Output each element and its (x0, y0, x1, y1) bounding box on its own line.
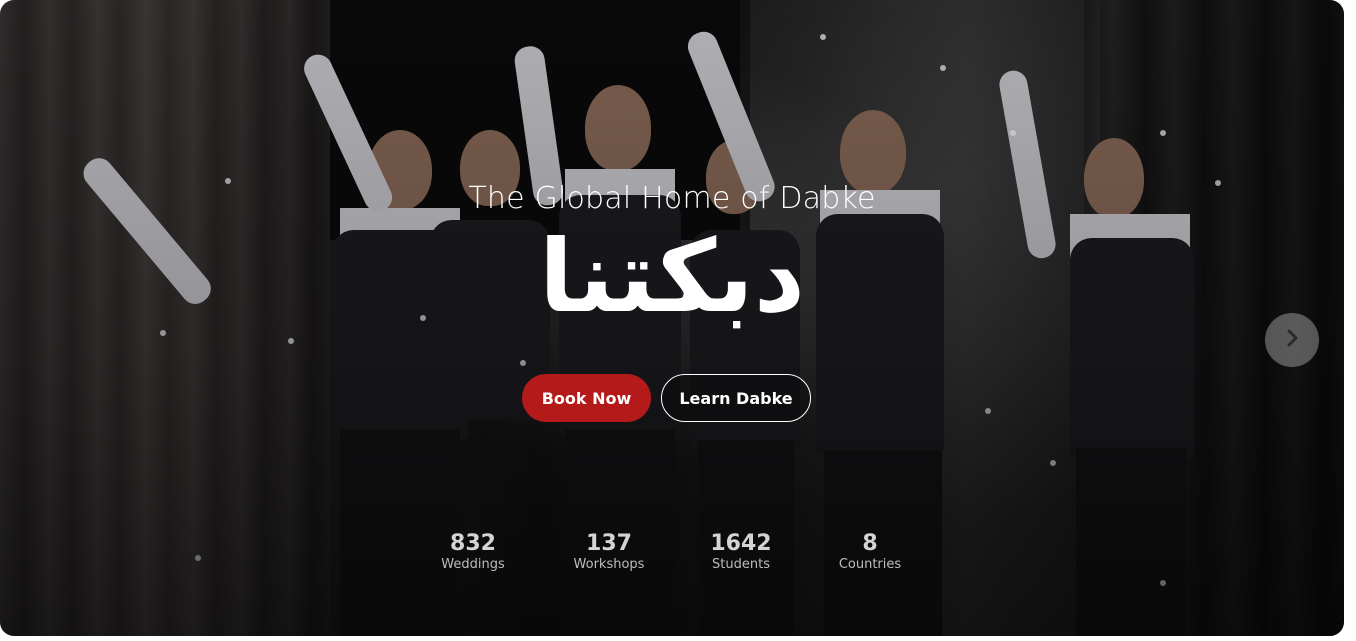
stat-value: 8 (862, 531, 878, 556)
stat-workshops: 137 Workshops (549, 531, 669, 573)
stat-countries: 8 Countries (810, 531, 930, 573)
hero-title: دبكتنا (538, 218, 806, 335)
stat-label: Countries (838, 557, 902, 572)
hero-subtitle: The Global Home of Dabke (468, 181, 876, 216)
cta-row: Book Now Learn Dabke (522, 374, 811, 422)
stat-value: 137 (586, 531, 632, 556)
carousel-next-button[interactable] (1265, 313, 1319, 367)
stat-value: 1642 (710, 531, 772, 556)
book-now-button[interactable]: Book Now (522, 374, 651, 422)
stat-label: Weddings (441, 557, 505, 572)
chevron-right-icon (1281, 327, 1303, 354)
stat-students: 1642 Students (681, 531, 801, 573)
stat-weddings: 832 Weddings (413, 531, 533, 573)
stat-label: Students (712, 557, 770, 572)
stat-value: 832 (450, 531, 496, 556)
stat-label: Workshops (573, 557, 645, 572)
hero-banner: The Global Home of Dabke دبكتنا Book Now… (0, 0, 1344, 636)
learn-dabke-button[interactable]: Learn Dabke (661, 374, 811, 422)
